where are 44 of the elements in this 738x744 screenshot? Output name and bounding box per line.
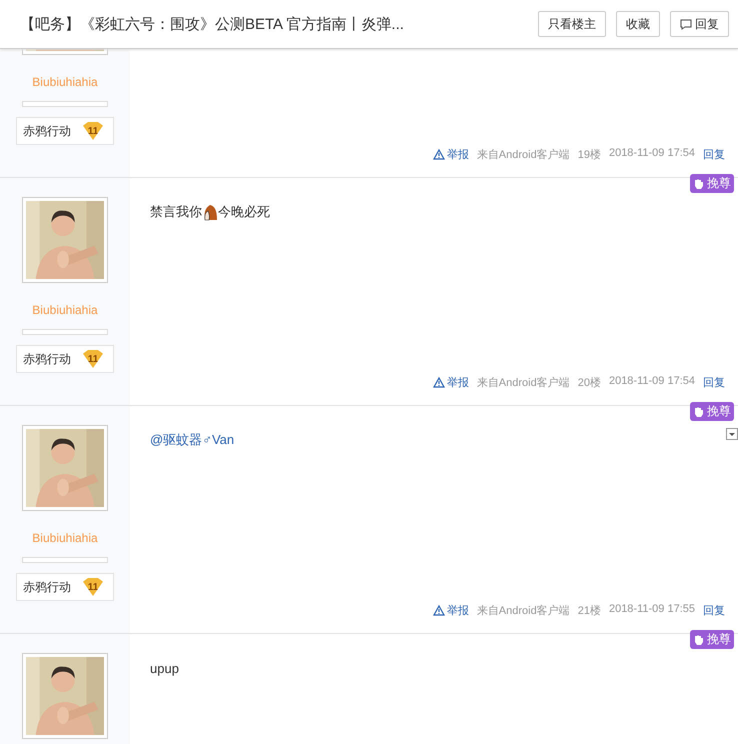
floor-number: 19楼 [578,148,601,162]
header-button[interactable]: 收藏 [616,11,660,37]
emoticon-icon [202,203,218,221]
upvote-badge[interactable]: 挽尊 [690,630,734,649]
post-time: 2018-11-09 17:55 [608,603,695,617]
header-button[interactable]: 只看楼主 [538,11,606,37]
report-link[interactable]: 举报 [432,375,469,390]
speech-bubble-icon [680,18,692,30]
post-text: 禁言我你 [150,203,202,221]
warning-icon [432,605,445,616]
source-label: 来自Android客户端 [476,148,570,162]
report-link[interactable]: 举报 [432,147,469,162]
tag-name: 赤鸦行动 [23,350,71,368]
reply-link[interactable]: 回复 [703,603,725,618]
post-text: upup [150,660,179,676]
warning-icon [432,149,445,160]
tag-name: 赤鸦行动 [23,122,71,140]
source-label: 来自Android客户端 [476,376,570,390]
level-tag[interactable]: 赤鸦行动 11 [16,573,114,601]
warning-icon [432,377,445,388]
reply-button[interactable]: 回复 [670,11,729,37]
upvote-badge[interactable]: 挽尊 [690,174,734,193]
floor-number: 21楼 [578,604,601,618]
reply-link[interactable]: 回复 [703,147,725,162]
level-tag[interactable]: 赤鸦行动 11 [16,117,114,145]
level-badge: 11 [83,350,103,368]
floor-number: 20楼 [578,376,601,390]
thread-title: 【吧务】《彩虹六号：围攻》公测BETA 官方指南丨炎弹... [20,14,404,34]
report-link[interactable]: 举报 [432,603,469,618]
source-label: 来自Android客户端 [476,604,570,618]
upvote-badge[interactable]: 挽尊 [690,402,734,421]
reply-link[interactable]: 回复 [703,375,725,390]
mention-link[interactable]: @驱蚊器♂Van [150,431,234,449]
post-text: 今晚必死 [218,203,270,221]
fist-icon [693,634,705,646]
level-badge: 11 [83,578,103,596]
fist-icon [693,406,705,418]
fist-icon [693,178,705,190]
post-time: 2018-11-09 17:54 [608,147,695,161]
tag-name: 赤鸦行动 [23,578,71,596]
level-badge: 11 [83,122,103,140]
post-time: 2018-11-09 17:54 [608,375,695,389]
dropdown-icon[interactable] [726,428,738,440]
level-tag[interactable]: 赤鸦行动 11 [16,345,114,373]
